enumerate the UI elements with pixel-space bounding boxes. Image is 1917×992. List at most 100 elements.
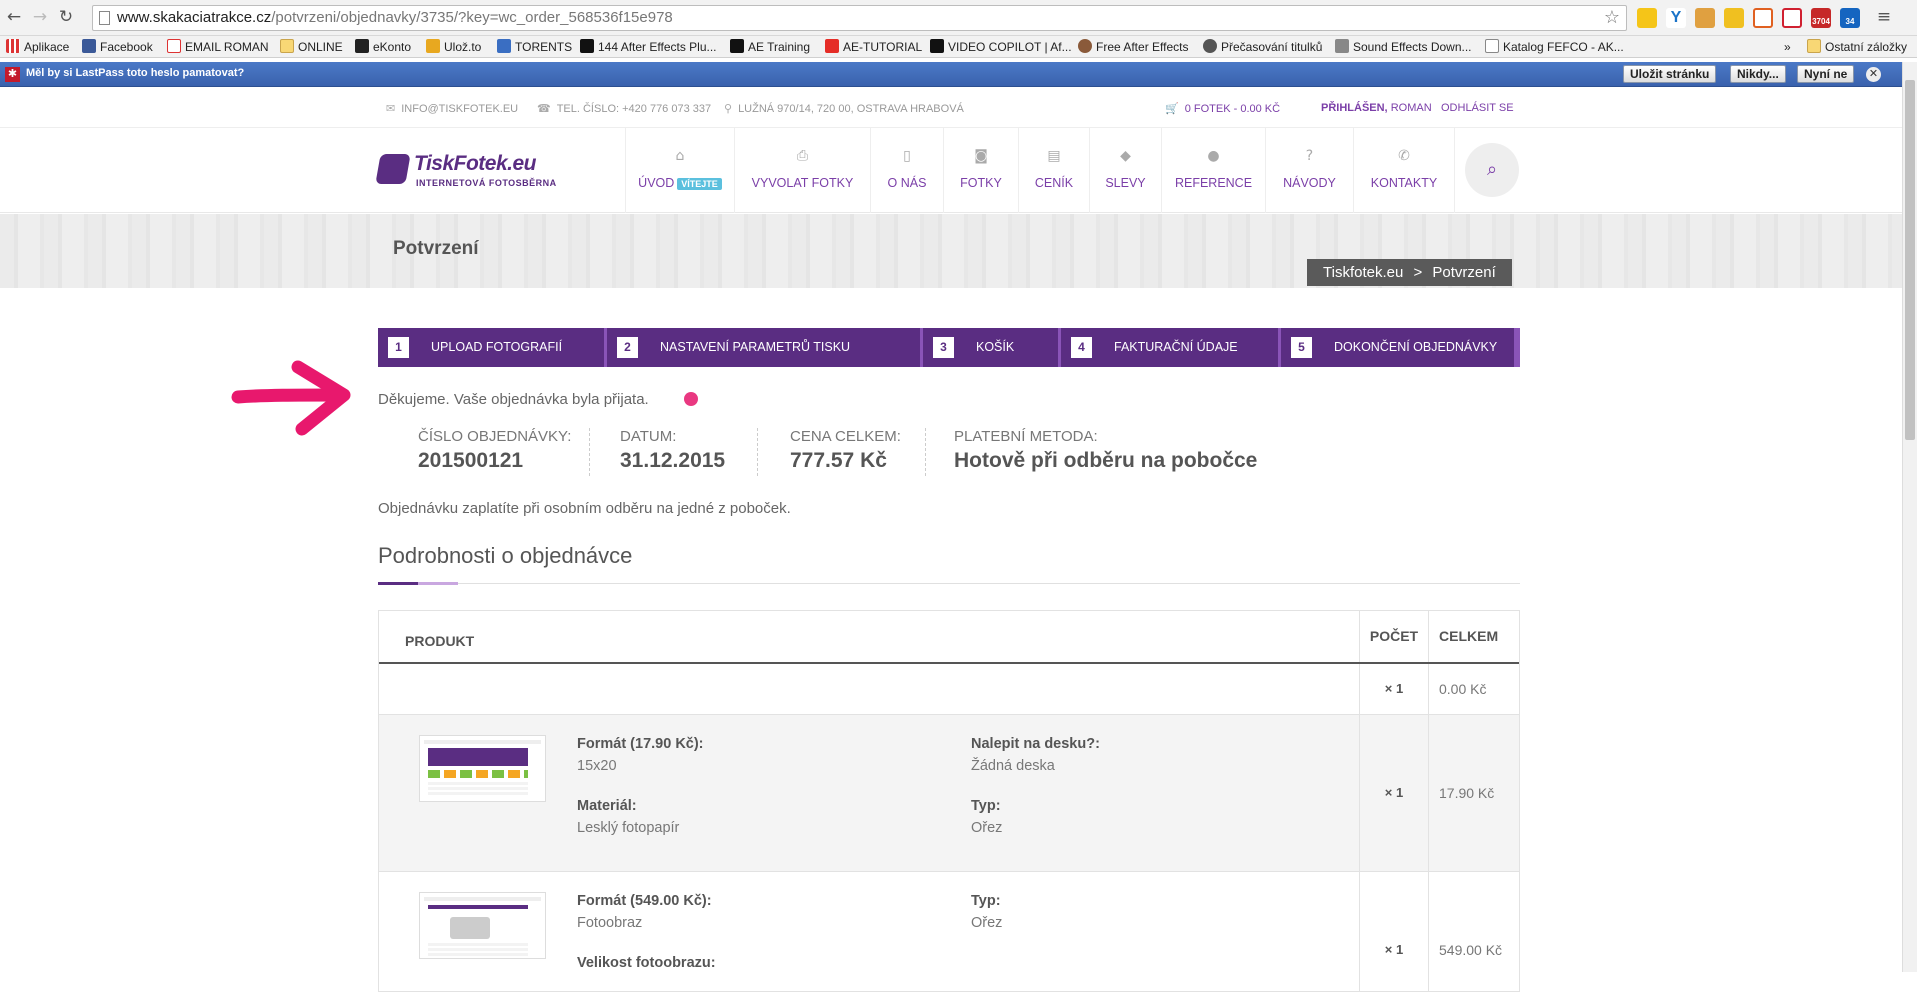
- menu-item-reference[interactable]: ● REFERENCE: [1161, 128, 1265, 213]
- attr-format: Formát (549.00 Kč): Fotoobraz: [577, 893, 712, 931]
- bookmark-torents[interactable]: TORENTS: [497, 38, 572, 56]
- table-header: PRODUKT POČET CELKEM: [379, 611, 1519, 664]
- order-total: CENA CELKEM: 777.57 Kč: [790, 428, 901, 472]
- table-row: × 1 0.00 Kč: [379, 664, 1519, 715]
- breadcrumb-current: Potvrzení: [1432, 264, 1496, 281]
- menu-item-kontakty[interactable]: ✆ KONTAKTY: [1353, 128, 1455, 213]
- bookmark-apps[interactable]: Aplikace: [6, 38, 69, 56]
- bookmark-star-icon[interactable]: ☆: [1604, 6, 1620, 30]
- menu-item-o-nas[interactable]: ▯ O NÁS: [870, 128, 943, 213]
- contact-phone: ☎ TEL. ČÍSLO: +420 776 073 337: [537, 102, 712, 115]
- logout-link[interactable]: ODHLÁSIT SE: [1441, 102, 1514, 114]
- reload-icon[interactable]: ↻: [56, 7, 76, 27]
- menu-item-navody[interactable]: ? NÁVODY: [1265, 128, 1353, 213]
- column-header-product: PRODUKT: [405, 633, 475, 649]
- menu-item-slevy[interactable]: ◆ SLEVY: [1089, 128, 1161, 213]
- search-button[interactable]: ⌕: [1465, 143, 1519, 197]
- step-upload[interactable]: 1 UPLOAD FOTOGRAFIÍ: [378, 328, 607, 367]
- menu-item-uvod[interactable]: ⌂ ÚVOD VÍTEJTE: [625, 128, 734, 213]
- lastpass-not-now-button[interactable]: Nyní ne: [1797, 65, 1855, 83]
- gmail-icon: [167, 39, 181, 53]
- gmail-icon[interactable]: 3704: [1811, 8, 1831, 28]
- tag-icon: ◆: [1120, 148, 1131, 164]
- attr-format: Formát (17.90 Kč): 15x20: [577, 736, 704, 774]
- product-thumbnail[interactable]: [419, 892, 546, 959]
- folder-icon: [1807, 39, 1821, 53]
- v-icon: [930, 39, 944, 53]
- address-bar[interactable]: www.skakaciatrakce.cz/potvrzeni/objednav…: [92, 5, 1627, 31]
- bookmark-ekonto[interactable]: eKonto: [355, 38, 411, 56]
- title-accent: [378, 582, 458, 585]
- logo[interactable]: TiskFotek.eu INTERNETOVÁ FOTOSBĚRNA: [375, 152, 556, 192]
- logo-tagline: INTERNETOVÁ FOTOSBĚRNA: [416, 178, 557, 188]
- payment-note: Objednávku zaplatíte při osobním odběru …: [378, 500, 791, 517]
- breadcrumb-separator: >: [1413, 264, 1423, 281]
- order-details-title: Podrobnosti o objednávce: [378, 543, 633, 568]
- step-parameters[interactable]: 2 NASTAVENÍ PARAMETRŮ TISKU: [607, 328, 923, 367]
- extension-icon[interactable]: [1724, 8, 1744, 28]
- menu-item-fotky[interactable]: ◙ FOTKY: [943, 128, 1018, 213]
- extension-icon[interactable]: 34: [1840, 8, 1860, 28]
- list-icon: ▤: [1047, 148, 1061, 164]
- bookmarks-bar: Aplikace Facebook EMAIL ROMAN ONLINE eKo…: [0, 36, 1917, 58]
- breadcrumb-home[interactable]: Tiskfotek.eu: [1323, 264, 1403, 281]
- bookmark-fefco[interactable]: Katalog FEFCO - AK...: [1485, 38, 1624, 56]
- product-thumbnail[interactable]: [419, 735, 546, 802]
- scrollbar-thumb[interactable]: [1905, 80, 1915, 440]
- menu-item-cenik[interactable]: ▤ CENÍK: [1018, 128, 1089, 213]
- table-row: Formát (549.00 Kč): Fotoobraz Velikost fo…: [379, 872, 1519, 992]
- menu-icon[interactable]: ≡: [1874, 7, 1894, 27]
- envelope-icon: ✉: [386, 102, 396, 115]
- bookmark-ulozto[interactable]: Ulož.to: [426, 38, 481, 56]
- bookmark-precasovani[interactable]: Přečasování titulků: [1203, 38, 1322, 56]
- page-icon: [1485, 39, 1499, 53]
- product-cell: Formát (549.00 Kč): Fotoobraz Velikost fo…: [379, 872, 1359, 991]
- bookmark-facebook[interactable]: Facebook: [82, 38, 153, 56]
- forward-icon[interactable]: →: [30, 7, 50, 27]
- cart-link[interactable]: 🛒 0 FOTEK - 0.00 KČ: [1165, 102, 1280, 115]
- row-qty: × 1: [1359, 664, 1428, 714]
- order-details-table: PRODUKT POČET CELKEM × 1 0.00 Kč Formát …: [378, 610, 1520, 992]
- column-header-total: CELKEM: [1428, 611, 1521, 662]
- bookmark-ae-plugins[interactable]: 144 After Effects Plu...: [580, 38, 717, 56]
- extension-icon[interactable]: [1753, 8, 1773, 28]
- lastpass-never-button[interactable]: Nikdy...: [1730, 65, 1786, 83]
- annotation-dot: [684, 392, 698, 406]
- back-icon[interactable]: ←: [4, 7, 24, 27]
- site-topbar: ✉ INFO@TISKFOTEK.EU ☎ TEL. ČÍSLO: +420 776…: [0, 88, 1902, 128]
- bookmark-email[interactable]: EMAIL ROMAN: [167, 38, 269, 56]
- bookmark-ae-training[interactable]: AE Training: [730, 38, 810, 56]
- bookmark-video-copilot[interactable]: VIDEO COPILOT | Af...: [930, 38, 1072, 56]
- bookmark-ae-tutorial[interactable]: AE-TUTORIAL: [825, 38, 922, 56]
- order-date: DATUM: 31.12.2015: [620, 428, 726, 472]
- ulozto-icon: [426, 39, 440, 53]
- extension-icon[interactable]: [1695, 8, 1715, 28]
- bookmark-free-ae[interactable]: Free After Effects: [1078, 38, 1188, 56]
- contact-email[interactable]: ✉ INFO@TISKFOTEK.EU: [386, 102, 518, 115]
- extension-plus-icon[interactable]: [1782, 8, 1802, 28]
- row-total: 549.00 Kč: [1428, 872, 1521, 991]
- book-icon: ▯: [903, 148, 911, 164]
- youtube-icon: [825, 39, 839, 53]
- menu-item-vyvolat-fotky[interactable]: ⎙ VYVOLAT FOTKY: [734, 128, 870, 213]
- url-path: /potvrzeni/objednavky/3735/?key=wc_order…: [271, 9, 673, 26]
- product-cell: Formát (17.90 Kč): 15x20 Materiál: Lesklý …: [379, 715, 1359, 871]
- bookmarks-overflow[interactable]: »: [1784, 38, 1791, 56]
- bookmark-other[interactable]: Ostatní záložky: [1807, 38, 1907, 56]
- extension-v-icon[interactable]: Y: [1666, 8, 1686, 28]
- attr-material: Materiál: Lesklý fotopapír: [577, 798, 680, 836]
- extension-icon[interactable]: [1637, 8, 1657, 28]
- bookmark-sound-effects[interactable]: Sound Effects Down...: [1335, 38, 1472, 56]
- bookmark-online[interactable]: ONLINE: [280, 38, 343, 56]
- attr-type: Typ: Ořez: [971, 798, 1003, 836]
- lastpass-save-button[interactable]: Uložit stránku: [1623, 65, 1717, 83]
- graduation-icon: [580, 39, 594, 53]
- close-icon[interactable]: ✕: [1866, 67, 1881, 82]
- url-host: www.skakaciatrakce.cz: [117, 9, 272, 26]
- step-cart[interactable]: 3 KOŠÍK: [923, 328, 1061, 367]
- attr-board: Nalepit na desku?: Žádná deska: [971, 736, 1100, 774]
- step-billing[interactable]: 4 FAKTURAČNÍ ÚDAJE: [1061, 328, 1281, 367]
- step-complete[interactable]: 5 DOKONČENÍ OBJEDNÁVKY: [1281, 328, 1520, 367]
- torents-icon: [497, 39, 511, 53]
- divider: [757, 428, 758, 476]
